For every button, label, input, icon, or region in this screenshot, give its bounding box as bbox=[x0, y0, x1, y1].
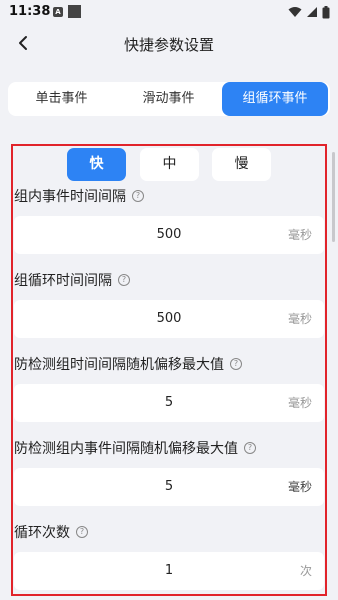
field-unit: 毫秒 bbox=[287, 228, 312, 242]
setting-label-loop-count: 循环次数 ? bbox=[14, 522, 88, 542]
status-bar: 11:38 A bbox=[0, 0, 338, 24]
setting-label-anti-detect-group-offset: 防检测组时间间隔随机偏移最大值 ? bbox=[14, 354, 242, 374]
field-unit: 毫秒 bbox=[287, 312, 312, 326]
group-event-interval-input[interactable]: 500 毫秒 bbox=[14, 216, 324, 254]
anti-detect-group-offset-input[interactable]: 5 毫秒 bbox=[14, 384, 324, 422]
group-loop-interval-input[interactable]: 500 毫秒 bbox=[14, 300, 324, 338]
page-title: 快捷参数设置 bbox=[123, 36, 214, 54]
field-value: 5 bbox=[164, 395, 174, 410]
tab-click-event[interactable]: 单击事件 bbox=[8, 82, 115, 116]
speed-medium-button[interactable]: 中 bbox=[140, 148, 199, 181]
speed-slow-button[interactable]: 慢 bbox=[212, 148, 271, 181]
notification-square-icon bbox=[68, 5, 81, 18]
scrollbar[interactable] bbox=[332, 152, 335, 242]
setting-label-anti-detect-event-offset: 防检测组内事件间隔随机偏移最大值 ? bbox=[14, 438, 256, 458]
field-value: 1 bbox=[164, 563, 174, 578]
setting-label-text: 组内事件时间间隔 bbox=[14, 189, 126, 205]
loop-count-input[interactable]: 1 次 bbox=[14, 552, 324, 590]
help-icon[interactable]: ? bbox=[132, 190, 144, 202]
field-value: 500 bbox=[156, 311, 182, 326]
setting-label-text: 组循环时间间隔 bbox=[14, 273, 112, 289]
help-icon[interactable]: ? bbox=[230, 358, 242, 370]
setting-label-group-event-interval: 组内事件时间间隔 ? bbox=[14, 186, 144, 206]
anti-detect-event-offset-input[interactable]: 5 毫秒 bbox=[14, 468, 324, 506]
setting-label-text: 循环次数 bbox=[14, 525, 70, 541]
setting-label-group-loop-interval: 组循环时间间隔 ? bbox=[14, 270, 130, 290]
status-icons bbox=[288, 5, 330, 19]
help-icon[interactable]: ? bbox=[244, 442, 256, 454]
help-icon[interactable]: ? bbox=[118, 274, 130, 286]
field-unit: 次 bbox=[299, 564, 312, 578]
app-header: 快捷参数设置 bbox=[0, 24, 338, 62]
field-unit: 毫秒 bbox=[287, 396, 312, 410]
setting-label-text: 防检测组内事件间隔随机偏移最大值 bbox=[14, 441, 238, 457]
battery-icon bbox=[322, 5, 330, 18]
notification-a-icon: A bbox=[53, 7, 63, 17]
field-value: 500 bbox=[156, 227, 182, 242]
field-unit: 毫秒 bbox=[287, 480, 312, 494]
help-icon[interactable]: ? bbox=[76, 526, 88, 538]
setting-label-text: 防检测组时间间隔随机偏移最大值 bbox=[14, 357, 224, 373]
speed-fast-button[interactable]: 快 bbox=[67, 148, 126, 181]
tab-swipe-event[interactable]: 滑动事件 bbox=[115, 82, 222, 116]
event-type-tabs: 单击事件 滑动事件 组循环事件 bbox=[8, 82, 330, 116]
status-time: 11:38 bbox=[9, 4, 51, 19]
field-value: 5 bbox=[164, 479, 174, 494]
tab-group-loop-event[interactable]: 组循环事件 bbox=[222, 82, 328, 116]
signal-icon bbox=[307, 7, 317, 17]
wifi-icon bbox=[288, 7, 302, 17]
